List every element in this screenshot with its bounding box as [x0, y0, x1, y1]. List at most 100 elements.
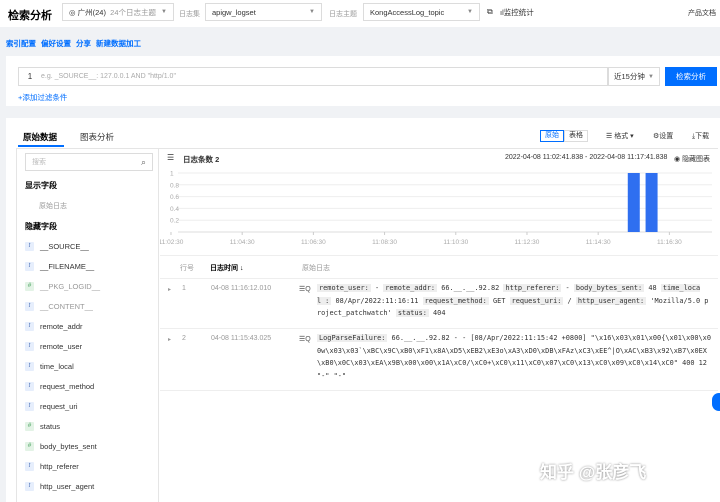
field-name: remote_addr: [40, 321, 83, 331]
float-help-button[interactable]: [712, 393, 720, 411]
chevron-down-icon: ▼: [309, 9, 315, 15]
log-key[interactable]: remote_addr:: [383, 284, 438, 292]
log-count: 日志条数 2: [183, 155, 220, 164]
field-item[interactable]: t http_referer: [17, 456, 158, 476]
chevron-down-icon: ▼: [467, 9, 473, 15]
text-type-icon: t: [25, 301, 34, 311]
logset-select[interactable]: apigw_logset ▼: [205, 3, 322, 21]
log-value: 66.__.__.92.82: [437, 284, 504, 292]
col-header-row-no: 行号: [180, 265, 194, 272]
monitor-link[interactable]: ıl监控统计: [500, 7, 534, 18]
log-key[interactable]: body_bytes_sent:: [573, 284, 645, 292]
preferences-link[interactable]: 偏好设置: [41, 38, 71, 49]
hidden-fields-title: 隐藏字段: [25, 222, 57, 231]
log-row: ▸ 2 04-08 11:15:43.025 ☰Q LogParseFailur…: [160, 329, 718, 391]
x-tick-label: 11:08:30: [372, 239, 397, 246]
shown-fields-title: 显示字段: [25, 181, 57, 190]
text-type-icon: t: [25, 481, 34, 491]
text-type-icon: t: [25, 401, 34, 411]
field-item[interactable]: t remote_user: [17, 336, 158, 356]
log-key[interactable]: LogParseFailure:: [317, 334, 388, 342]
field-item[interactable]: t request_method: [17, 376, 158, 396]
region-select[interactable]: ◎ 广州(24) 24个日志主题 ▼: [62, 3, 174, 21]
field-name: __PKG_LOGID__: [40, 281, 101, 291]
divider: [160, 255, 718, 256]
shown-field-raw-log[interactable]: 原始日志: [17, 191, 158, 211]
copy-icon[interactable]: ⧉: [487, 7, 493, 17]
add-filter-link[interactable]: +添加过滤条件: [18, 92, 67, 103]
view-table-button[interactable]: 表格: [564, 130, 588, 142]
log-key[interactable]: request_uri:: [509, 296, 564, 305]
col-header-time[interactable]: 日志时间 ↓: [210, 263, 243, 273]
logset-value: apigw_logset: [212, 7, 256, 17]
field-item[interactable]: t request_uri: [17, 396, 158, 416]
histogram-bar: [627, 173, 640, 232]
download-label: 下载: [695, 133, 710, 140]
field-item[interactable]: # status: [17, 416, 158, 436]
new-data-processing-link[interactable]: 新建数据加工: [96, 38, 141, 49]
field-item[interactable]: t __SOURCE__: [17, 236, 158, 256]
search-analyze-button[interactable]: 检索分析: [665, 67, 717, 86]
watermark: 知乎 @张彦飞: [540, 463, 647, 482]
histogram-bar: [645, 173, 658, 232]
topic-count: 24个日志主题: [110, 7, 156, 17]
log-key[interactable]: status:: [395, 309, 429, 317]
page-title: 检索分析: [8, 10, 52, 22]
field-name: __CONTENT__: [40, 301, 93, 311]
view-raw-button[interactable]: 原始: [540, 130, 564, 142]
field-item[interactable]: t remote_addr: [17, 316, 158, 336]
y-tick-label: 0.4: [170, 206, 179, 213]
y-tick-label: 0.6: [170, 194, 179, 201]
share-link[interactable]: 分享: [76, 38, 91, 49]
expand-icon[interactable]: ▸: [168, 336, 171, 343]
text-type-icon: t: [25, 261, 34, 271]
log-key[interactable]: request_method:: [422, 296, 489, 305]
query-input[interactable]: 1 e.g. _SOURCE__: 127.0.0.1 AND "http/1.0…: [18, 67, 608, 86]
field-item[interactable]: t time_local: [17, 356, 158, 376]
tab-chart-analysis[interactable]: 图表分析: [80, 131, 114, 143]
log-key[interactable]: http_user_agent:: [575, 296, 647, 305]
text-type-icon: t: [25, 341, 34, 351]
field-item[interactable]: # __PKG_LOGID__: [17, 276, 158, 296]
field-item[interactable]: # body_bytes_sent: [17, 436, 158, 456]
log-key[interactable]: remote_user:: [317, 284, 371, 292]
field-name: __SOURCE__: [40, 241, 89, 251]
hidden-field-list: t __SOURCE__ t __FILENAME__ # __PKG_LOGID__ t _…: [17, 236, 158, 496]
query-placeholder: e.g. _SOURCE__: 127.0.0.1 AND "http/1.0": [41, 73, 176, 80]
number-type-icon: #: [25, 281, 34, 291]
hide-chart-label: 隐藏图表: [682, 156, 711, 163]
log-value: -: [561, 284, 574, 292]
collapse-icon[interactable]: ☰: [167, 153, 174, 162]
topic-select[interactable]: KongAccessLog_topic ▼: [363, 3, 480, 21]
format-dropdown[interactable]: ☰ 格式 ▾: [606, 131, 634, 141]
docs-link[interactable]: 产品文档: [688, 8, 716, 18]
field-name: time_local: [40, 361, 74, 371]
hide-chart-button[interactable]: ◉ 隐藏图表: [674, 154, 710, 164]
field-item[interactable]: t __FILENAME__: [17, 256, 158, 276]
settings-button[interactable]: ⚙设置: [653, 131, 673, 141]
tab-raw-data[interactable]: 原始数据: [23, 131, 57, 143]
log-row: ▸ 1 04-08 11:16:12.010 ☰Q remote_user: -…: [160, 279, 718, 329]
field-search-placeholder: 搜索: [32, 159, 46, 166]
field-search-input[interactable]: 搜索 ⌕: [25, 153, 153, 171]
download-button[interactable]: ⤓下载: [692, 131, 709, 141]
log-key[interactable]: http_referer:: [503, 284, 562, 292]
time-range-select[interactable]: 近15分钟 ▼: [608, 67, 660, 86]
raw-log-content: remote_user: - remote_addr: 66.__.__.92.…: [317, 282, 712, 320]
field-name: http_user_agent: [40, 481, 95, 491]
context-search-icon[interactable]: ☰Q: [299, 285, 311, 293]
index-config-link[interactable]: 索引配置: [6, 38, 36, 49]
logset-label: 日志集: [179, 11, 200, 18]
field-item[interactable]: t http_user_agent: [17, 476, 158, 496]
context-search-icon[interactable]: ☰Q: [299, 335, 311, 343]
y-tick-label: 0.2: [170, 218, 179, 225]
format-label: 格式: [614, 133, 629, 140]
text-type-icon: t: [25, 361, 34, 371]
field-item[interactable]: t __CONTENT__: [17, 296, 158, 316]
number-type-icon: #: [25, 441, 34, 451]
x-tick-label: 11:10:30: [443, 239, 468, 246]
chevron-down-icon: ▼: [648, 73, 654, 80]
y-tick-label: 0.8: [170, 182, 179, 189]
number-type-icon: #: [25, 421, 34, 431]
expand-icon[interactable]: ▸: [168, 286, 171, 293]
